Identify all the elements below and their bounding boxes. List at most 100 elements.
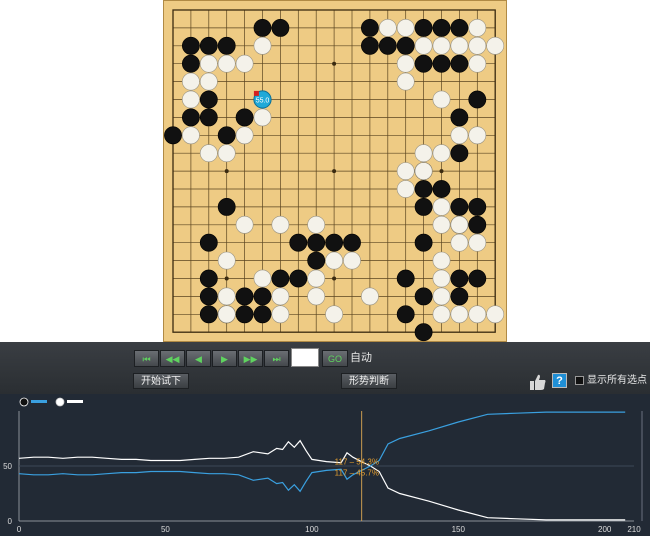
white-stone[interactable]: [271, 215, 290, 234]
back-ten-button[interactable]: ◀◀: [160, 350, 185, 367]
first-move-button[interactable]: ⏮: [134, 350, 159, 367]
white-stone[interactable]: [414, 144, 433, 163]
auto-play-button[interactable]: 自动: [350, 350, 372, 367]
white-stone[interactable]: [235, 54, 254, 73]
show-all-points-checkbox[interactable]: [575, 376, 584, 385]
black-stone[interactable]: [325, 233, 344, 252]
black-stone[interactable]: [468, 215, 487, 234]
white-stone[interactable]: [486, 305, 505, 324]
black-stone[interactable]: [343, 233, 361, 252]
white-stone[interactable]: [199, 72, 218, 91]
black-stone[interactable]: [450, 197, 469, 216]
black-stone[interactable]: [235, 287, 254, 306]
white-stone[interactable]: [450, 126, 469, 145]
white-stone[interactable]: [468, 126, 487, 145]
black-stone[interactable]: [181, 36, 200, 55]
win-rate-chart-svg[interactable]: 0 50 100 150 200 210 0 50 117 – 54.3% 117 – 45.7%: [0, 394, 650, 536]
start-trial-button[interactable]: 开始试下: [133, 373, 189, 389]
black-stone[interactable]: [450, 144, 469, 163]
white-stone[interactable]: [307, 269, 326, 288]
white-stone[interactable]: [253, 269, 272, 288]
black-stone[interactable]: [414, 18, 433, 37]
black-stone[interactable]: [414, 54, 433, 73]
black-stone[interactable]: [271, 18, 290, 37]
black-stone[interactable]: [468, 197, 487, 216]
next-move-button[interactable]: ▶: [212, 350, 237, 367]
white-stone[interactable]: [432, 197, 451, 216]
white-stone[interactable]: [378, 18, 397, 37]
black-stone[interactable]: [414, 323, 433, 342]
black-stone[interactable]: [199, 233, 218, 252]
black-stone[interactable]: [217, 126, 236, 145]
black-stone[interactable]: [450, 108, 469, 127]
white-stone[interactable]: [414, 162, 433, 181]
white-stone[interactable]: [307, 215, 326, 234]
white-stone[interactable]: [396, 18, 415, 37]
white-stone[interactable]: [468, 233, 487, 252]
white-stone[interactable]: [217, 144, 236, 163]
black-stone[interactable]: [414, 180, 433, 198]
white-stone[interactable]: [307, 287, 326, 306]
black-stone[interactable]: [468, 269, 487, 288]
black-stone[interactable]: [199, 287, 218, 306]
white-stone[interactable]: [253, 108, 272, 127]
black-stone[interactable]: [217, 197, 236, 216]
white-stone[interactable]: [181, 90, 200, 109]
black-stone[interactable]: [414, 287, 433, 306]
white-stone[interactable]: [325, 305, 344, 324]
black-stone[interactable]: [450, 54, 469, 73]
white-stone[interactable]: [432, 144, 451, 163]
white-stone[interactable]: [450, 305, 469, 324]
white-stone[interactable]: [217, 287, 236, 306]
black-stone[interactable]: [253, 287, 272, 306]
white-stone[interactable]: [181, 126, 200, 145]
black-stone[interactable]: [396, 305, 415, 324]
black-stone[interactable]: [235, 305, 254, 324]
help-icon[interactable]: ?: [552, 373, 567, 388]
black-stone[interactable]: [289, 269, 308, 288]
black-stone[interactable]: [432, 18, 451, 37]
black-stone[interactable]: [235, 108, 254, 127]
white-stone[interactable]: [396, 54, 415, 73]
white-stone[interactable]: [181, 72, 200, 91]
white-stone[interactable]: [432, 90, 451, 109]
black-stone[interactable]: [307, 251, 326, 270]
black-stone[interactable]: [164, 126, 182, 145]
white-stone[interactable]: [343, 251, 361, 270]
black-stone[interactable]: [378, 36, 397, 55]
black-stone[interactable]: [307, 233, 326, 252]
white-stone[interactable]: [217, 305, 236, 324]
black-stone[interactable]: [360, 36, 379, 55]
black-stone[interactable]: [432, 180, 451, 198]
white-stone[interactable]: [432, 287, 451, 306]
forward-ten-button[interactable]: ▶▶: [238, 350, 263, 367]
white-stone[interactable]: [432, 269, 451, 288]
white-stone[interactable]: [486, 36, 505, 55]
white-stone[interactable]: [396, 162, 415, 181]
black-stone[interactable]: [468, 90, 487, 109]
white-stone[interactable]: [271, 305, 290, 324]
move-number-input[interactable]: [291, 348, 319, 367]
black-stone[interactable]: [432, 54, 451, 73]
white-stone[interactable]: [396, 72, 415, 91]
previous-move-button[interactable]: ◀: [186, 350, 211, 367]
black-stone[interactable]: [450, 287, 469, 306]
black-stone[interactable]: [199, 36, 218, 55]
white-stone[interactable]: [360, 287, 379, 306]
board-svg[interactable]: 55.0: [164, 1, 508, 343]
white-stone[interactable]: [468, 18, 487, 37]
black-stone[interactable]: [181, 54, 200, 73]
white-stone[interactable]: [450, 233, 469, 252]
black-stone[interactable]: [450, 18, 469, 37]
white-stone[interactable]: [468, 36, 487, 55]
white-stone[interactable]: [217, 251, 236, 270]
black-stone[interactable]: [360, 18, 379, 37]
white-stone[interactable]: [432, 251, 451, 270]
white-stone[interactable]: [199, 144, 218, 163]
last-move-button[interactable]: ⏭: [264, 350, 289, 367]
black-stone[interactable]: [414, 197, 433, 216]
go-button[interactable]: GO: [322, 350, 348, 367]
white-stone[interactable]: [468, 54, 487, 73]
white-stone[interactable]: [450, 36, 469, 55]
black-stone[interactable]: [253, 18, 272, 37]
